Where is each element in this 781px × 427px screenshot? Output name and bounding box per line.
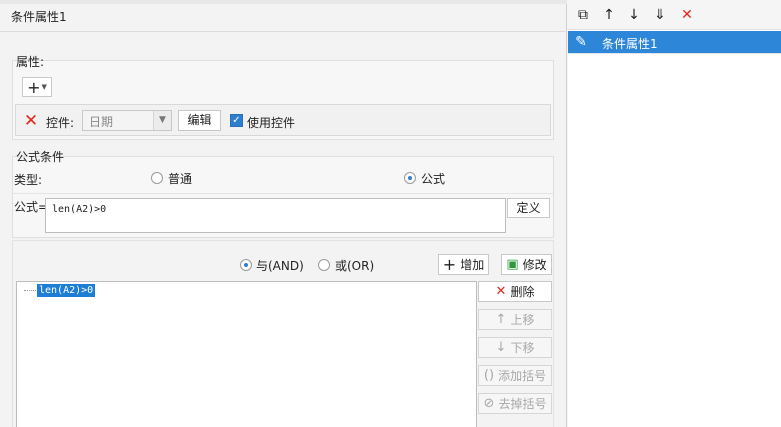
list-item[interactable]: len(A2)>0 bbox=[37, 284, 96, 297]
use-widget-checkbox[interactable]: ✓ bbox=[230, 114, 243, 127]
move-to-bottom-icon[interactable]: ⇓ bbox=[651, 6, 669, 24]
list-item-label: 条件属性1 bbox=[602, 37, 658, 51]
radio-normal[interactable] bbox=[151, 172, 163, 184]
add-parentheses-button[interactable]: () 添加括号 bbox=[478, 365, 552, 386]
panel-title: 条件属性1 bbox=[11, 10, 67, 24]
condition-list-pane bbox=[568, 0, 781, 427]
move-up-button-label: 上移 bbox=[510, 313, 535, 327]
widget-select[interactable]: 日期 ▼ bbox=[82, 110, 172, 131]
radio-or[interactable] bbox=[318, 259, 330, 271]
close-icon: ✕ bbox=[495, 284, 507, 299]
move-down-button[interactable]: ↓ 下移 bbox=[478, 337, 552, 358]
modify-icon: ▣ bbox=[506, 257, 519, 272]
list-item-selected[interactable] bbox=[568, 31, 781, 53]
type-label: 类型: bbox=[14, 173, 43, 187]
radio-normal-label: 普通 bbox=[168, 172, 193, 186]
move-up-button[interactable]: ↑ 上移 bbox=[478, 309, 552, 330]
formula-condition-label: 公式条件 bbox=[16, 150, 65, 164]
add-button-label: 增加 bbox=[460, 258, 485, 272]
copy-icon[interactable]: ⧉ bbox=[574, 6, 592, 24]
plus-icon: + bbox=[27, 77, 41, 97]
toolbar-strip bbox=[0, 0, 567, 4]
remove-parentheses-button-label: 去掉括号 bbox=[498, 397, 547, 411]
radio-formula-label: 公式 bbox=[421, 172, 446, 186]
delete-icon[interactable]: ✕ bbox=[678, 6, 696, 24]
radio-and-label: 与(AND) bbox=[256, 259, 304, 273]
properties-label: 属性: bbox=[16, 55, 45, 69]
edit-button[interactable]: 编辑 bbox=[178, 110, 221, 131]
delete-widget-icon[interactable]: ✕ bbox=[22, 112, 40, 130]
define-button[interactable]: 定义 bbox=[507, 198, 550, 218]
caret-down-icon: ▼ bbox=[41, 83, 47, 91]
divider bbox=[13, 193, 553, 194]
condition-list[interactable] bbox=[16, 281, 477, 427]
widget-label: 控件: bbox=[46, 116, 75, 130]
formula-label: 公式= bbox=[14, 200, 49, 214]
formula-input[interactable]: len(A2)>0 bbox=[45, 198, 506, 233]
move-up-icon[interactable]: ↑ bbox=[600, 6, 618, 24]
divider bbox=[568, 53, 781, 54]
delete-button[interactable]: ✕ 删除 bbox=[478, 281, 552, 302]
radio-and[interactable] bbox=[240, 259, 252, 271]
add-parentheses-button-label: 添加括号 bbox=[498, 369, 547, 383]
add-button[interactable]: + 增加 bbox=[438, 254, 489, 275]
modify-button[interactable]: ▣ 修改 bbox=[501, 254, 552, 275]
arrow-down-icon: ↓ bbox=[495, 340, 507, 355]
widget-select-value: 日期 bbox=[89, 115, 114, 129]
use-widget-label: 使用控件 bbox=[247, 116, 296, 130]
remove-parentheses-button[interactable]: ⊘ 去掉括号 bbox=[478, 393, 552, 414]
pencil-icon: ✎ bbox=[575, 34, 587, 50]
chevron-down-icon: ▼ bbox=[153, 111, 171, 130]
delete-button-label: 删除 bbox=[510, 285, 535, 299]
radio-formula[interactable] bbox=[404, 172, 416, 184]
arrow-up-icon: ↑ bbox=[495, 312, 507, 327]
move-down-icon[interactable]: ↓ bbox=[625, 6, 643, 24]
move-down-button-label: 下移 bbox=[510, 341, 535, 355]
modify-button-label: 修改 bbox=[522, 258, 547, 272]
divider bbox=[0, 31, 567, 32]
plus-icon: + bbox=[442, 254, 457, 274]
radio-or-label: 或(OR) bbox=[335, 259, 375, 273]
parentheses-icon: () bbox=[483, 368, 495, 383]
remove-parentheses-icon: ⊘ bbox=[483, 396, 495, 411]
tree-connector bbox=[24, 290, 36, 291]
add-property-button[interactable]: + ▼ bbox=[22, 77, 52, 97]
